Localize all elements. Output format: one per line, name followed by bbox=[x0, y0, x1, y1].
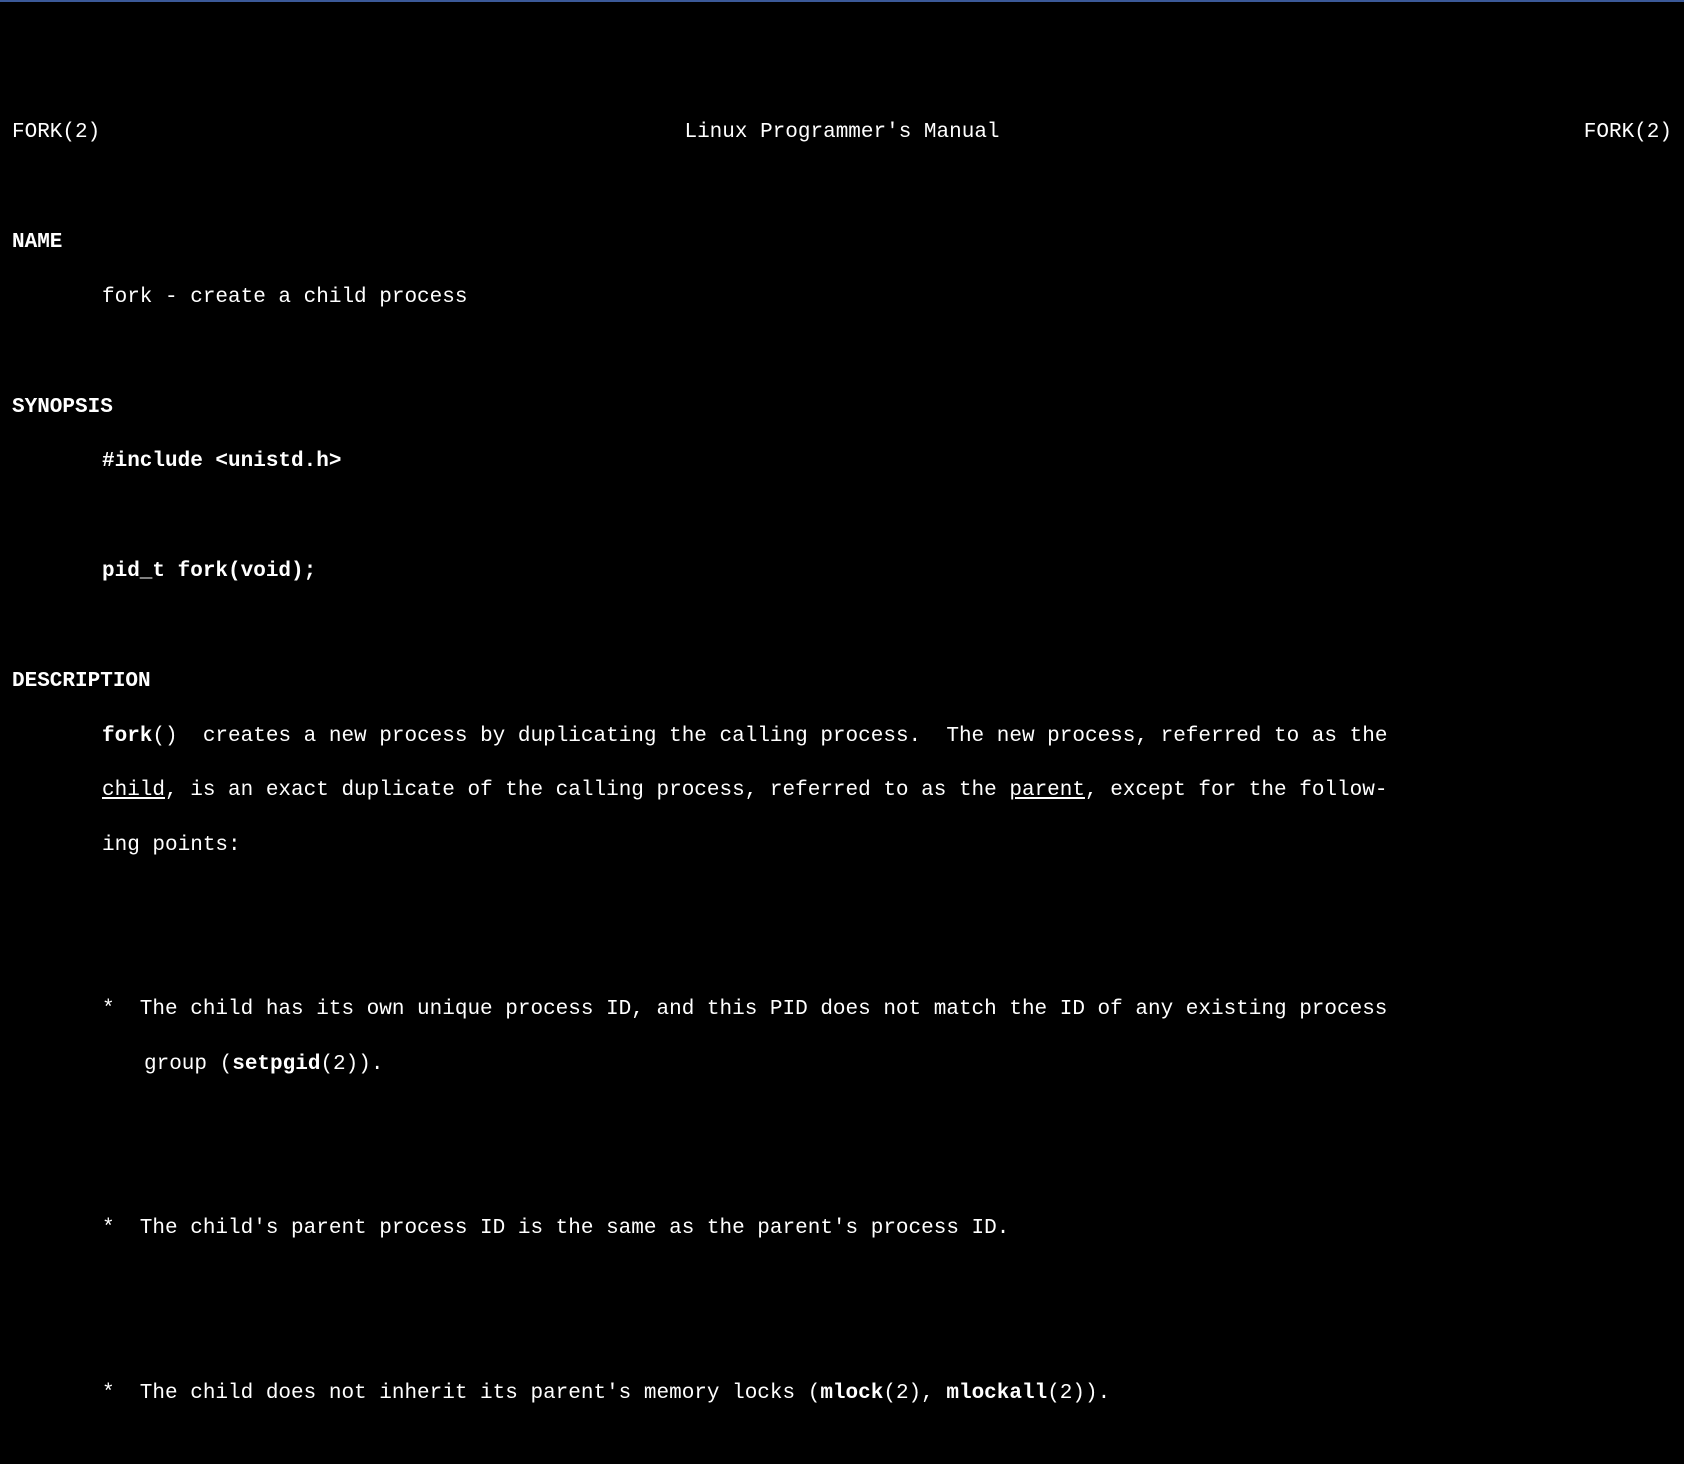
intro-p2-a: , is an exact duplicate of the calling p… bbox=[165, 779, 1009, 802]
setpgid-fn: setpgid bbox=[232, 1053, 320, 1076]
b1-l2-a: group ( bbox=[144, 1053, 232, 1076]
bullet-1-line1: * The child has its own unique process I… bbox=[12, 996, 1672, 1023]
b1-l2-c: (2)). bbox=[320, 1053, 383, 1076]
synopsis-decl: pid_t fork(void); bbox=[12, 558, 1672, 585]
bullet-1-line2: group (setpgid(2)). bbox=[12, 1051, 1672, 1078]
synopsis-include: #include <unistd.h> bbox=[12, 448, 1672, 475]
child-term: child bbox=[102, 779, 165, 802]
header-left: FORK(2) bbox=[12, 119, 100, 146]
manpage-header: FORK(2) Linux Programmer's Manual FORK(2… bbox=[12, 119, 1672, 146]
b3-l1-a: * The child does not inherit its parent'… bbox=[102, 1382, 820, 1405]
bullet-2-line1: * The child's parent process ID is the s… bbox=[12, 1215, 1672, 1242]
bullet-3-line1: * The child does not inherit its parent'… bbox=[12, 1380, 1672, 1407]
header-center: Linux Programmer's Manual bbox=[684, 119, 999, 146]
section-description-header: DESCRIPTION bbox=[12, 668, 1672, 695]
header-right: FORK(2) bbox=[1584, 119, 1672, 146]
mlockall-fn: mlockall bbox=[946, 1382, 1047, 1405]
fork-fn: fork bbox=[102, 725, 152, 748]
b3-l1-e: (2)). bbox=[1047, 1382, 1110, 1405]
section-synopsis-header: SYNOPSIS bbox=[12, 394, 1672, 421]
parent-term: parent bbox=[1009, 779, 1085, 802]
description-intro-line2: child, is an exact duplicate of the call… bbox=[12, 777, 1672, 804]
section-name-header: NAME bbox=[12, 229, 1672, 256]
description-intro-line3: ing points: bbox=[12, 832, 1672, 859]
intro-p2-b: , except for the follow- bbox=[1085, 779, 1387, 802]
description-intro-line1: fork() creates a new process by duplicat… bbox=[12, 723, 1672, 750]
intro-p1-a: () creates a new process by duplicating … bbox=[152, 725, 1387, 748]
name-text: fork - create a child process bbox=[12, 284, 1672, 311]
mlock-fn: mlock bbox=[820, 1382, 883, 1405]
b3-l1-c: (2), bbox=[883, 1382, 946, 1405]
